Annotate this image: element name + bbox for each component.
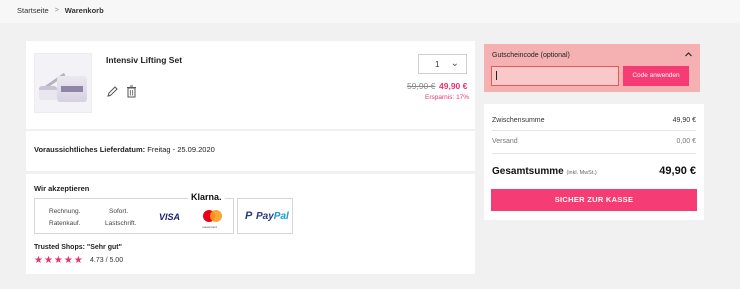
delivery-value: Freitag - 25.09.2020 xyxy=(147,145,215,154)
product-image-jar-small xyxy=(39,86,57,100)
klarna-lastschrift: Lastschrift. xyxy=(105,220,137,227)
breadcrumb: Startseite > Warenkorb xyxy=(17,6,104,15)
quantity-value: 1 xyxy=(435,60,440,69)
paypal-icon: P xyxy=(245,210,253,222)
paypal-logo: P PayPal xyxy=(237,198,293,234)
pencil-icon[interactable] xyxy=(106,85,118,98)
text-cursor xyxy=(496,71,497,80)
product-name[interactable]: Intensiv Lifting Set xyxy=(106,55,182,65)
klarna-sofort: Sofort. xyxy=(109,208,129,215)
order-summary: Zwischensumme 49,90 € Versand 0,00 € Ges… xyxy=(484,104,704,220)
mastercard-yellow-circle xyxy=(210,210,222,222)
vat-note: (inkl. MwSt.) xyxy=(566,170,597,176)
mastercard-label: mastercard xyxy=(202,225,218,229)
breadcrumb-current: Warenkorb xyxy=(64,6,104,15)
visa-logo: VISA xyxy=(159,212,181,222)
mastercard-icon xyxy=(203,209,223,223)
chevron-up-icon[interactable] xyxy=(684,50,693,61)
delivery-date: Voraussichtliches Lieferdatum: Freitag -… xyxy=(34,145,215,154)
quantity-select[interactable]: 1 ⌄ xyxy=(418,54,467,74)
divider xyxy=(492,130,696,131)
payment-methods: Klarna. Rechnung. Ratenkauf. Sofort. Las… xyxy=(34,192,234,234)
shipping-label: Versand xyxy=(492,138,518,145)
delivery-box: Voraussichtliches Lieferdatum: Freitag -… xyxy=(26,131,475,171)
grand-total-text: Gesamtsumme xyxy=(492,166,564,177)
delivery-label: Voraussichtliches Lieferdatum: xyxy=(34,145,146,154)
paypal-text: PayPal xyxy=(256,211,289,222)
grand-total-label: Gesamtsumme (inkl. MwSt.) xyxy=(492,166,597,177)
payment-heading: Wir akzeptieren xyxy=(34,184,90,193)
breadcrumb-home[interactable]: Startseite xyxy=(17,6,49,15)
new-price: 49,90 € xyxy=(439,81,468,91)
coupon-input[interactable] xyxy=(491,66,619,86)
klarna-ratenkauf: Ratenkauf. xyxy=(49,220,81,227)
rating-value: 4.73 / 5.00 xyxy=(90,257,124,264)
breadcrumb-separator-icon: > xyxy=(54,7,59,14)
old-price: 59,90 € xyxy=(407,81,436,91)
product-image[interactable] xyxy=(34,53,92,113)
savings-text: Ersparnis: 17% xyxy=(425,94,470,101)
subtotal-label: Zwischensumme xyxy=(492,117,545,124)
coupon-panel: Gutscheincode (optional) Code anwenden xyxy=(484,44,700,92)
paypal-text-pal: Pal xyxy=(273,211,289,222)
apply-code-button[interactable]: Code anwenden xyxy=(623,66,689,86)
klarna-rechnung: Rechnung. xyxy=(49,208,81,215)
chevron-down-icon: ⌄ xyxy=(450,58,459,69)
klarna-logo: Klarna. xyxy=(188,192,225,202)
star-rating-icon: ★★★★★ xyxy=(34,255,84,266)
product-image-jar-large xyxy=(57,76,87,102)
coupon-label: Gutscheincode (optional) xyxy=(492,52,570,59)
cart-item: Intensiv Lifting Set 1 ⌄ 59,90 € 49,90 €… xyxy=(26,41,475,129)
shipping-value: 0,00 € xyxy=(676,138,696,145)
payment-box: Wir akzeptieren Klarna. Rechnung. Ratenk… xyxy=(26,174,475,274)
checkout-button[interactable]: SICHER ZUR KASSE xyxy=(491,189,697,211)
divider xyxy=(492,153,696,154)
grand-total-value: 49,90 € xyxy=(659,165,696,177)
paypal-text-pay: Pay xyxy=(256,211,274,222)
trusted-shops-label: Trusted Shops: "Sehr gut" xyxy=(34,244,122,251)
trash-icon[interactable] xyxy=(125,85,137,98)
subtotal-value: 49,90 € xyxy=(672,117,696,124)
top-bar: Startseite > Warenkorb xyxy=(0,0,740,23)
